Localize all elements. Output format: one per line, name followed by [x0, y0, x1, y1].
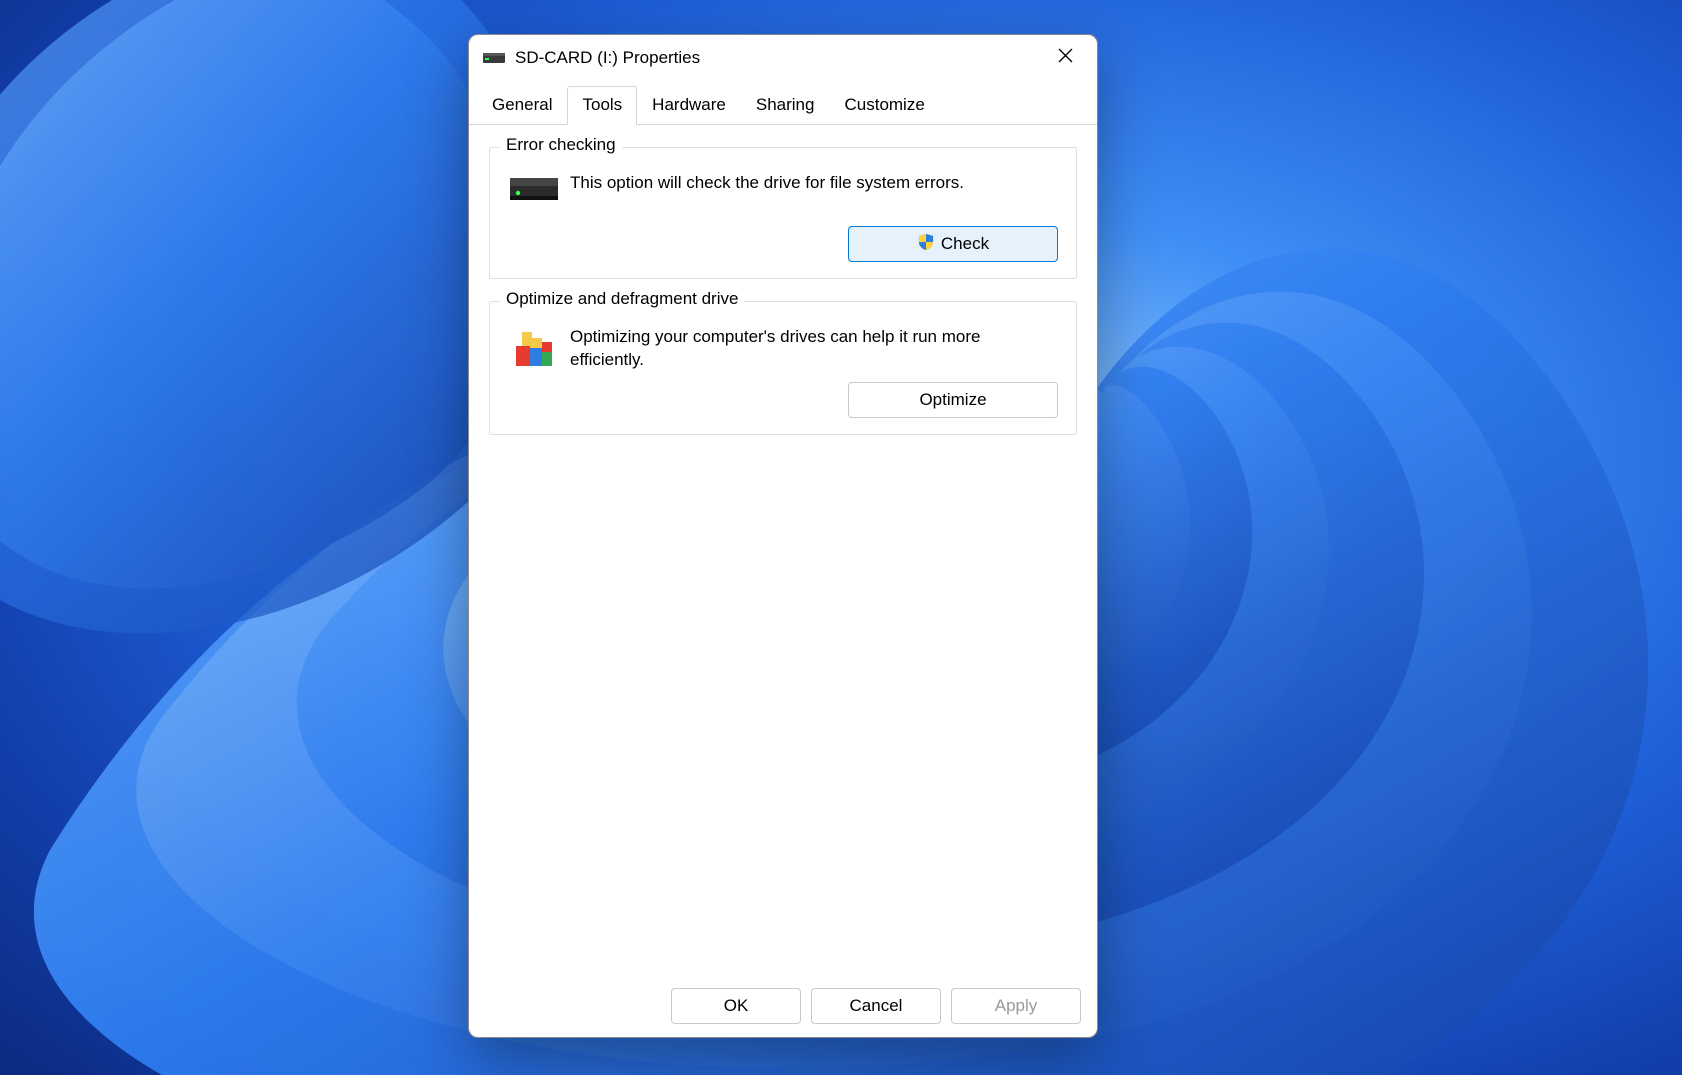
properties-dialog: SD-CARD (I:) Properties General Tools Ha… — [468, 34, 1098, 1038]
titlebar[interactable]: SD-CARD (I:) Properties — [469, 35, 1097, 81]
ok-button-label: OK — [724, 996, 749, 1016]
dialog-footer: OK Cancel Apply — [469, 975, 1097, 1037]
check-button-label: Check — [941, 234, 989, 254]
optimize-button[interactable]: Optimize — [848, 382, 1058, 418]
tab-content-tools: Error checking This option will check th… — [469, 124, 1097, 975]
shield-uac-icon — [917, 233, 935, 256]
tab-general[interactable]: General — [477, 86, 567, 125]
error-checking-description: This option will check the drive for fil… — [570, 172, 1058, 216]
group-optimize: Optimize and defragment drive Optimizing… — [489, 301, 1077, 435]
window-title: SD-CARD (I:) Properties — [515, 48, 1039, 68]
optimize-button-label: Optimize — [919, 390, 986, 410]
group-error-checking: Error checking This option will check th… — [489, 147, 1077, 279]
tab-customize[interactable]: Customize — [829, 86, 939, 125]
close-button[interactable] — [1039, 38, 1091, 78]
tab-label: Sharing — [756, 95, 815, 114]
drive-check-icon — [508, 172, 560, 216]
group-title-error-checking: Error checking — [500, 135, 622, 155]
tabstrip: General Tools Hardware Sharing Customize — [469, 85, 1097, 124]
optimize-description: Optimizing your computer's drives can he… — [570, 326, 1058, 372]
check-button[interactable]: Check — [848, 226, 1058, 262]
tab-sharing[interactable]: Sharing — [741, 86, 830, 125]
tab-hardware[interactable]: Hardware — [637, 86, 741, 125]
tab-label: General — [492, 95, 552, 114]
ok-button[interactable]: OK — [671, 988, 801, 1024]
drive-icon — [483, 51, 505, 65]
group-title-optimize: Optimize and defragment drive — [500, 289, 744, 309]
apply-button[interactable]: Apply — [951, 988, 1081, 1024]
close-icon — [1058, 48, 1073, 68]
apply-button-label: Apply — [995, 996, 1038, 1016]
tab-label: Tools — [582, 95, 622, 114]
cancel-button[interactable]: Cancel — [811, 988, 941, 1024]
cancel-button-label: Cancel — [850, 996, 903, 1016]
tab-label: Hardware — [652, 95, 726, 114]
defrag-icon — [508, 326, 560, 370]
tab-label: Customize — [844, 95, 924, 114]
tab-tools[interactable]: Tools — [567, 86, 637, 125]
